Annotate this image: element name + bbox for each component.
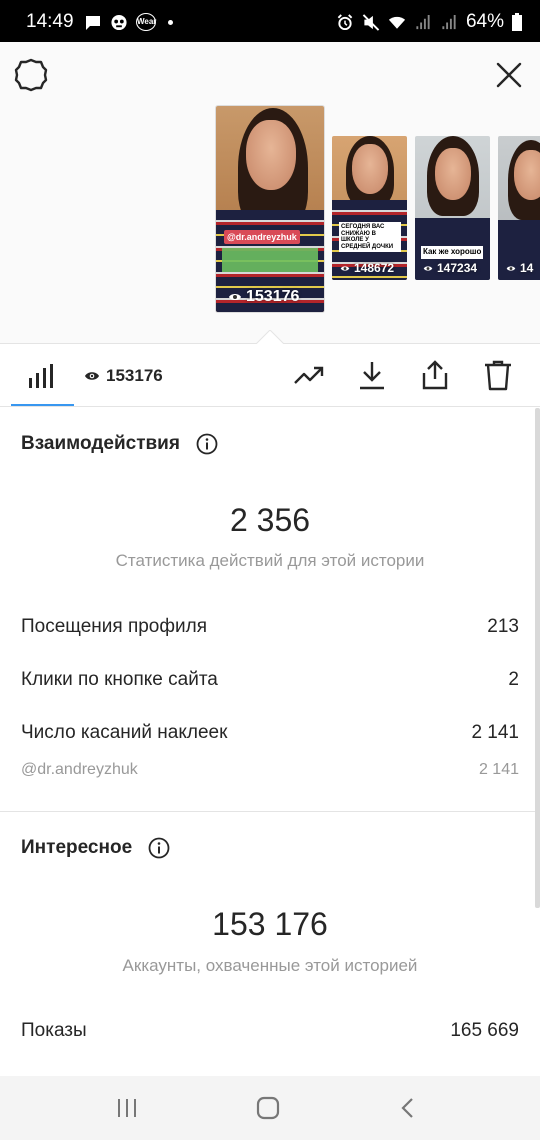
status-bar: 14:49 Wear 64%	[0, 0, 540, 42]
more-notifications-dot	[168, 19, 173, 25]
eye-icon	[340, 265, 350, 271]
viewers-tab[interactable]: 153176	[84, 366, 163, 386]
stat-row-profile-visits: Посещения профиля 213	[21, 616, 519, 638]
section-divider	[0, 811, 540, 812]
system-icons: 64%	[336, 11, 522, 33]
stat-value: 213	[487, 616, 519, 637]
stat-value: 165 669	[450, 1020, 519, 1041]
story-caption: Как же хорошо	[421, 246, 484, 259]
trash-icon[interactable]	[482, 359, 514, 391]
home-icon[interactable]	[256, 1096, 280, 1120]
stat-label: Показы	[21, 1020, 87, 1041]
wear-icon: Wear	[136, 13, 156, 31]
status-time: 14:49	[26, 11, 74, 32]
story-thumbnail[interactable]: Как же хорошо 147234	[415, 136, 490, 280]
recent-apps-icon[interactable]	[115, 1096, 139, 1120]
signal-icon	[416, 14, 430, 29]
signal-icon-2	[442, 14, 456, 29]
android-navigation-bar	[0, 1076, 540, 1140]
interactions-title: Взаимодействия	[21, 433, 180, 454]
story-mention-tag: @dr.andreyzhuk	[224, 230, 300, 244]
notification-icons: Wear	[84, 13, 173, 31]
stat-row-sticker-taps: Число касаний наклеек 2 141	[21, 722, 519, 744]
info-icon[interactable]	[148, 837, 170, 859]
message-icon	[86, 15, 100, 30]
share-icon[interactable]	[419, 359, 451, 391]
story-photo	[216, 106, 324, 312]
story-photo	[498, 136, 540, 280]
story-views-count: 153176	[246, 288, 300, 305]
discovery-title: Интересное	[21, 837, 133, 858]
battery-icon	[512, 13, 522, 31]
story-views: 14	[506, 261, 533, 275]
game-icon	[111, 14, 127, 30]
discovery-caption: Аккаунты, охваченные этой историей	[122, 956, 418, 975]
stat-subrow-mention: @dr.andreyzhuk 2 141	[21, 761, 519, 779]
discovery-total: 153 176	[212, 906, 328, 942]
stat-row-impressions: Показы 165 669	[21, 1020, 519, 1042]
stat-label: Клики по кнопке сайта	[21, 669, 218, 690]
eye-icon	[229, 294, 241, 300]
stat-label: Число касаний наклеек	[21, 722, 228, 743]
story-views-count: 14	[520, 261, 534, 275]
stat-value: 2	[508, 669, 519, 690]
story-caption: СЕГОДНЯ ВАС СНИЖАЮ В ШКОЛЕ У СРЕДНЕЙ ДОЧ…	[339, 222, 401, 253]
story-views-count: 148672	[354, 261, 395, 275]
interactions-caption: Статистика действий для этой истории	[115, 551, 425, 570]
story-thumbnail-selected[interactable]: @dr.andreyzhuk 153176	[216, 106, 324, 312]
mute-icon	[362, 13, 380, 31]
stat-label: @dr.andreyzhuk	[21, 761, 138, 778]
stat-value: 2 141	[478, 761, 519, 778]
stat-value: 2 141	[471, 722, 519, 743]
stat-label: Посещения профиля	[21, 616, 207, 637]
wifi-icon	[388, 16, 406, 29]
story-views: 153176	[228, 288, 299, 306]
interactions-total: 2 356	[229, 502, 311, 538]
interactions-section-header: Взаимодействия	[21, 433, 218, 455]
stats-bar-chart-icon[interactable]	[28, 364, 54, 388]
info-icon[interactable]	[196, 433, 218, 455]
story-views: 147234	[423, 261, 477, 275]
download-icon[interactable]	[356, 359, 388, 391]
stat-row-website-clicks: Клики по кнопке сайта 2	[21, 669, 519, 691]
eye-icon	[85, 372, 99, 380]
story-views-count: 147234	[437, 261, 478, 275]
alarm-icon	[337, 13, 353, 30]
selection-pointer	[256, 330, 284, 344]
story-thumbnail[interactable]: 14	[498, 136, 540, 280]
story-views: 148672	[340, 261, 394, 275]
eye-icon	[423, 265, 433, 271]
active-tab-indicator	[11, 404, 74, 406]
stories-header: @dr.andreyzhuk 153176 СЕГОДНЯ ВАС СНИЖАЮ…	[0, 42, 540, 344]
scrollbar[interactable]	[535, 408, 540, 908]
discovery-section-header: Интересное	[21, 837, 170, 859]
back-icon[interactable]	[396, 1096, 420, 1120]
battery-percent: 64%	[465, 11, 504, 32]
story-text-overlay	[222, 248, 318, 272]
close-icon[interactable]	[496, 62, 522, 88]
trending-icon[interactable]	[293, 359, 325, 391]
story-photo	[332, 136, 407, 280]
eye-icon	[506, 265, 516, 271]
toolbar-views-count: 153176	[106, 366, 163, 385]
story-thumbnail[interactable]: СЕГОДНЯ ВАС СНИЖАЮ В ШКОЛЕ У СРЕДНЕЙ ДОЧ…	[332, 136, 407, 280]
insights-toolbar: 153176	[0, 344, 540, 407]
settings-icon[interactable]	[14, 58, 48, 92]
